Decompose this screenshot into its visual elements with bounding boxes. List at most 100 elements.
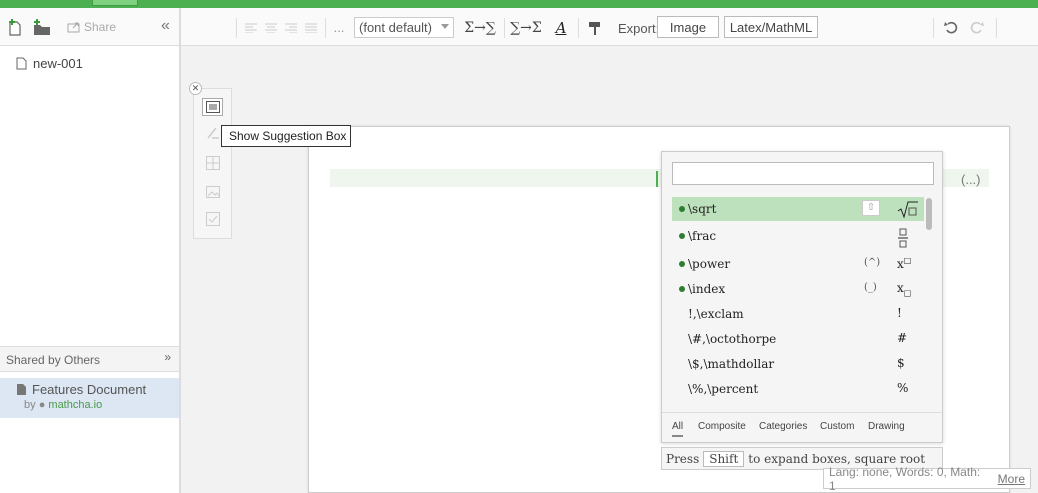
shift-key-icon: ⇧ — [862, 200, 880, 216]
suggestion-item[interactable]: !,\exclam ! — [672, 302, 924, 326]
suggestion-scrollbar[interactable] — [926, 198, 932, 230]
export-latex-button[interactable]: Latex/MathML — [724, 16, 818, 38]
chevron-down-icon — [441, 24, 449, 29]
suggestion-shortcut: (_) — [864, 282, 877, 293]
document-icon — [17, 384, 26, 395]
font-select-value: (font default) — [359, 20, 432, 35]
suggestion-symbol: $ — [897, 356, 905, 370]
suggestion-name: !,\exclam — [688, 307, 744, 321]
close-icon[interactable]: ✕ — [189, 82, 202, 95]
format-painter-icon[interactable] — [586, 17, 604, 38]
suggestion-box: \sqrt ⇧ \frac \power (^) x□ \index (_) x… — [661, 151, 943, 443]
table-icon[interactable] — [202, 154, 223, 172]
hint-key: Shift — [703, 450, 745, 467]
export-image-button[interactable]: Image — [657, 16, 719, 38]
suggestion-item[interactable]: \sqrt ⇧ — [672, 197, 924, 221]
collapse-sidebar-icon[interactable]: « — [161, 16, 170, 36]
image-icon[interactable] — [202, 183, 223, 201]
checkbox-icon[interactable] — [202, 210, 223, 228]
file-name: new-001 — [33, 56, 83, 71]
export-label: Export: — [618, 21, 660, 36]
tab-composite[interactable]: Composite — [698, 421, 746, 432]
toolbar-divider — [578, 18, 579, 38]
suggestion-item[interactable]: \power (^) x□ — [672, 252, 924, 276]
share-icon — [67, 22, 80, 33]
suggestion-symbol — [897, 228, 909, 251]
app-top-bar — [0, 0, 1038, 8]
suggestion-item[interactable]: \%,\percent % — [672, 377, 924, 401]
suggestion-box-toggle-icon[interactable] — [202, 98, 223, 116]
hint-prefix: Press — [666, 451, 700, 466]
align-justify-icon[interactable] — [303, 17, 319, 38]
user-icon: ● — [38, 399, 46, 411]
text-cursor — [656, 171, 658, 187]
tab-all[interactable]: All — [672, 421, 684, 437]
tab-custom[interactable]: Custom — [820, 421, 854, 432]
handwriting-icon[interactable] — [202, 124, 223, 142]
bullet-icon — [679, 233, 685, 239]
shared-document-item[interactable]: Features Document by ● mathcha.io — [0, 378, 179, 418]
suggestion-tabs: All Composite Categories Custom Drawing — [662, 412, 942, 442]
suggestion-name: \%,\percent — [688, 382, 759, 396]
toolbar-divider — [996, 18, 997, 38]
undo-icon[interactable] — [941, 17, 961, 38]
suggestion-name: \frac — [688, 229, 717, 243]
sigma-convert-button[interactable]: ∑→Σ — [509, 17, 543, 38]
more-formatting-button[interactable]: ... — [331, 17, 347, 38]
suggestion-shortcut: (^) — [864, 257, 881, 268]
suggestion-symbol: ! — [897, 306, 902, 320]
suggestion-name: \#,\octothorpe — [688, 332, 777, 346]
share-button[interactable]: Share — [67, 17, 116, 37]
tab-categories[interactable]: Categories — [759, 421, 807, 432]
file-item[interactable]: new-001 — [16, 56, 83, 71]
sidebar-toolbar: Share « — [0, 8, 179, 46]
top-tab[interactable] — [92, 0, 138, 6]
suggestion-item[interactable]: \$,\mathdollar $ — [672, 352, 924, 376]
suggestion-name: \$,\mathdollar — [688, 357, 775, 371]
suggestion-symbol: # — [897, 331, 908, 345]
bullet-icon — [679, 286, 685, 292]
chevron-down-icon[interactable]: » — [164, 350, 171, 364]
new-document-icon[interactable] — [8, 17, 24, 37]
toolbar-divider — [325, 18, 326, 38]
align-right-icon[interactable] — [283, 17, 299, 38]
status-more-link[interactable]: More — [998, 472, 1025, 486]
suggestion-item[interactable]: \index (_) x□ — [672, 277, 924, 301]
toolbar-divider — [933, 18, 934, 38]
suggestion-box-tooltip: Show Suggestion Box — [221, 125, 351, 147]
sidebar: Share « new-001 Shared by Others » Featu… — [0, 8, 181, 493]
suggestion-name: \index — [688, 282, 726, 296]
redo-icon[interactable] — [967, 17, 987, 38]
bullet-icon — [679, 261, 685, 267]
tab-drawing[interactable]: Drawing — [868, 421, 905, 432]
suggestion-item[interactable]: \#,\octothorpe # — [672, 327, 924, 351]
suggestion-symbol: x□ — [897, 281, 912, 298]
suggestion-name: \sqrt — [688, 202, 717, 216]
status-bar: Lang: none, Words: 0, Math: 1 More — [823, 465, 1031, 493]
suggestion-symbol: % — [897, 381, 909, 395]
status-text: Lang: none, Words: 0, Math: 1 — [829, 464, 981, 493]
shared-header[interactable]: Shared by Others » — [0, 346, 179, 372]
font-color-button[interactable]: A — [551, 17, 571, 38]
toolbar-divider — [504, 18, 505, 38]
align-left-icon[interactable] — [243, 17, 259, 38]
suggestion-name: \power — [688, 257, 731, 271]
main-toolbar: ... (font default) Σ→∑ ∑→Σ A Export: Ima… — [181, 8, 1038, 46]
font-select[interactable]: (font default) — [354, 17, 454, 38]
shared-header-label: Shared by Others — [6, 353, 101, 367]
suggestion-symbol: x□ — [897, 256, 912, 271]
owner-link[interactable]: mathcha.io — [48, 399, 102, 411]
suggestion-symbol — [897, 201, 919, 222]
toolbar-divider — [236, 18, 237, 38]
align-center-icon[interactable] — [263, 17, 279, 38]
suggestion-search-input[interactable] — [672, 162, 934, 185]
suggestion-item[interactable]: \frac — [672, 224, 924, 248]
bullet-icon — [679, 206, 685, 212]
document-icon — [16, 57, 27, 70]
new-folder-icon[interactable] — [32, 17, 52, 37]
sum-convert-button[interactable]: Σ→∑ — [463, 17, 497, 38]
shared-document-title: Features Document — [32, 382, 147, 397]
share-label: Share — [84, 20, 117, 34]
by-label: by — [24, 399, 36, 411]
line-ellipsis[interactable]: (...) — [961, 172, 981, 187]
